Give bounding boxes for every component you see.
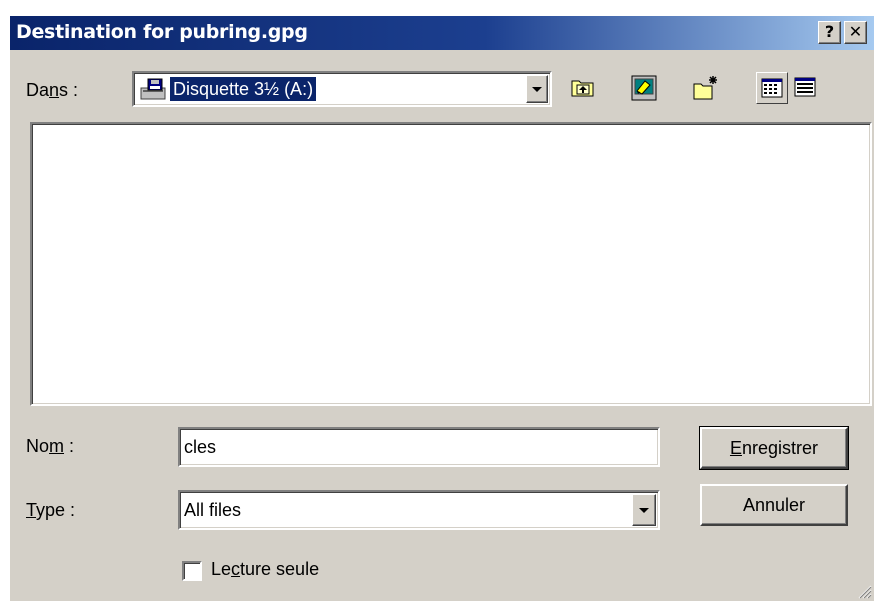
folder-up-icon bbox=[571, 77, 595, 102]
floppy-drive-icon bbox=[139, 77, 167, 101]
help-icon: ? bbox=[824, 22, 835, 41]
save-dialog: Destination for pubring.gpg ? ✕ Dans : D… bbox=[8, 14, 874, 601]
list-view-icon bbox=[761, 78, 783, 103]
new-folder-icon bbox=[693, 75, 719, 106]
filetype-select[interactable]: All files bbox=[178, 490, 660, 530]
readonly-checkbox[interactable] bbox=[182, 561, 202, 581]
filetype-dropdown-button[interactable] bbox=[632, 494, 656, 526]
filetype-label: Type : bbox=[26, 500, 76, 520]
desktop-icon bbox=[631, 75, 657, 106]
help-button[interactable]: ? bbox=[818, 21, 841, 44]
resize-grip-icon[interactable] bbox=[854, 581, 872, 599]
filename-label: Nom : bbox=[26, 436, 75, 456]
up-one-level-button[interactable] bbox=[567, 72, 599, 104]
filetype-selected: All files bbox=[184, 500, 242, 520]
location-label: Dans : bbox=[26, 80, 79, 100]
location-dropdown-button[interactable] bbox=[526, 75, 548, 103]
save-button[interactable]: Enregistrer bbox=[699, 426, 849, 470]
readonly-label: Lecture seule bbox=[211, 559, 320, 579]
desktop-button[interactable] bbox=[628, 72, 660, 104]
window-title: Destination for pubring.gpg bbox=[16, 21, 308, 43]
location-combo[interactable]: Disquette 3½ (A:) bbox=[132, 71, 552, 107]
filename-value: cles bbox=[184, 437, 217, 457]
list-view-button[interactable] bbox=[756, 72, 788, 104]
details-view-button[interactable] bbox=[790, 72, 822, 104]
details-view-icon bbox=[794, 77, 816, 102]
filename-input[interactable]: cles bbox=[178, 427, 660, 467]
close-icon: ✕ bbox=[848, 22, 863, 41]
new-folder-button[interactable] bbox=[690, 72, 722, 104]
location-selected: Disquette 3½ (A:) bbox=[168, 76, 318, 102]
cancel-button[interactable]: Annuler bbox=[700, 484, 848, 526]
close-button[interactable]: ✕ bbox=[844, 21, 867, 44]
file-list[interactable] bbox=[30, 122, 872, 406]
title-bar[interactable]: Destination for pubring.gpg ? ✕ bbox=[10, 16, 874, 50]
